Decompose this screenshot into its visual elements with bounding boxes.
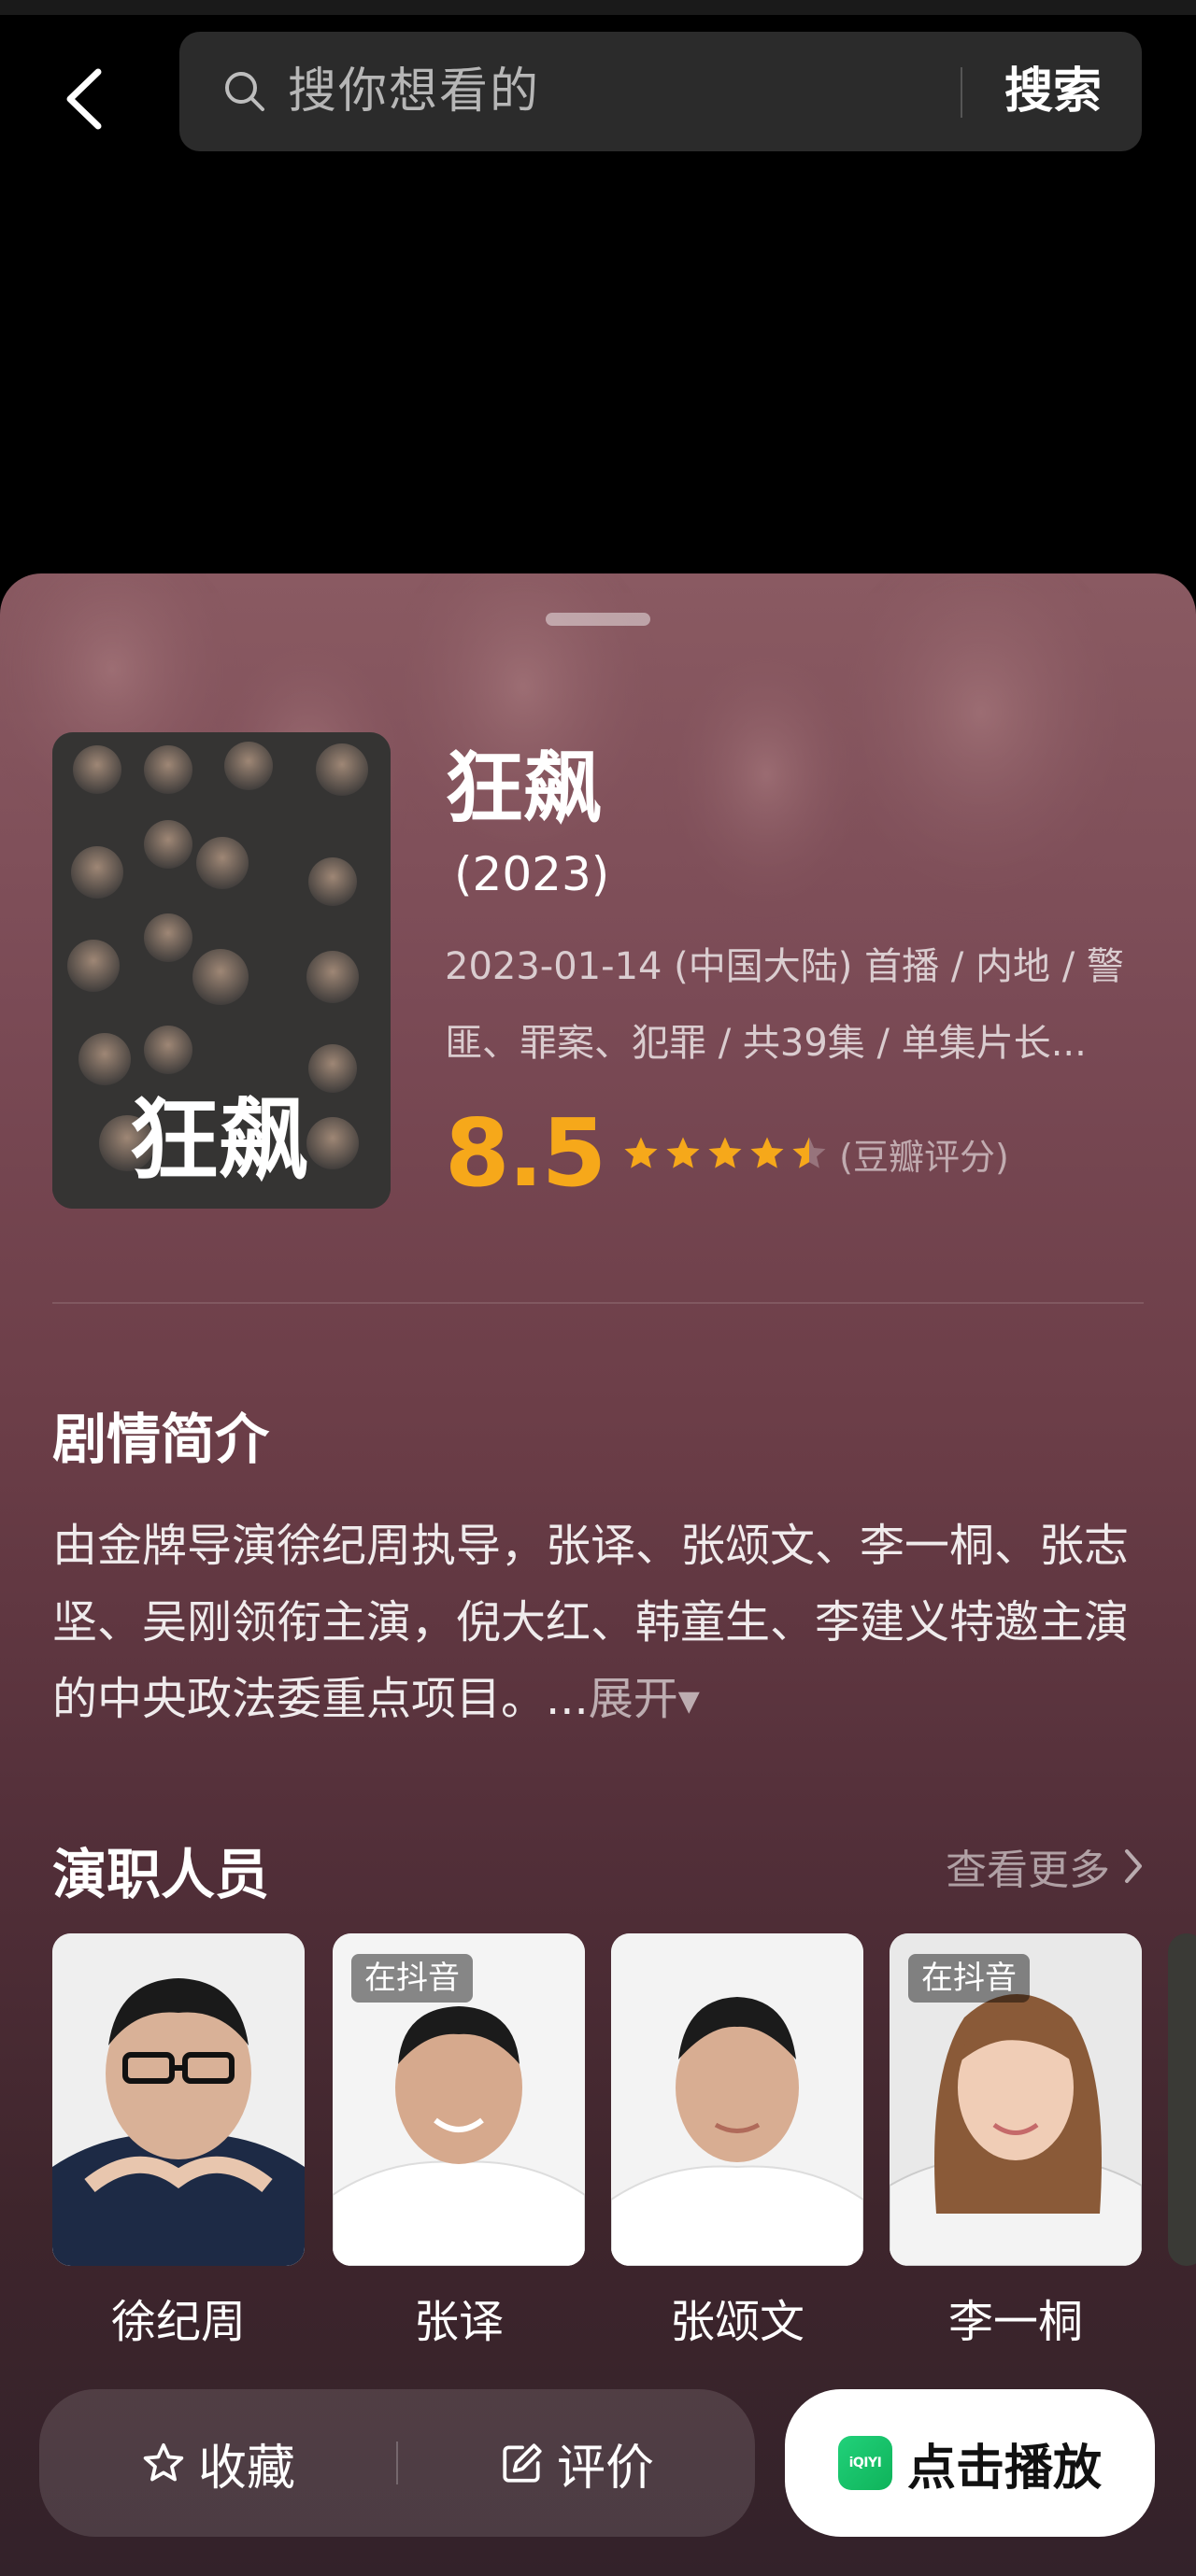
cast-name[interactable]: 徐纪周 [52, 2285, 305, 2350]
bottom-action-bar: 收藏 评价 [39, 2389, 755, 2537]
play-button[interactable]: iQIYI 点击播放 [785, 2389, 1155, 2537]
synopsis-text-block: 由金牌导演徐纪周执导，张译、张颂文、李一桐、张志坚、吴刚领衔主演，倪大红、韩童生… [52, 1507, 1155, 1740]
poster-image[interactable]: 狂飙 [52, 732, 391, 1209]
meta-line: 2023-01-14 (中国大陆) 首播 / 内地 / 警 [445, 945, 1124, 988]
favorite-button[interactable]: 收藏 [39, 2389, 396, 2537]
poster-art: 狂飙 [52, 732, 391, 1209]
drag-handle[interactable] [546, 613, 650, 626]
star-half-icon [792, 1137, 826, 1168]
meta-line: 匪、罪案、犯罪 / 共39集 / 单集片长... [445, 1022, 1087, 1065]
cast-name[interactable]: 张颂文 [611, 2285, 863, 2350]
chevron-left-icon [66, 68, 102, 130]
star-outline-icon [143, 2442, 184, 2482]
cast-badge: 在抖音 [351, 1954, 473, 2003]
review-label[interactable]: 评价 [557, 2428, 654, 2498]
top-bar: 搜你想看的 搜索 [0, 15, 1196, 164]
star-icon [750, 1137, 784, 1168]
see-more-label[interactable]: 查看更多 [946, 1836, 1110, 1896]
show-year: (2023) [454, 847, 610, 901]
poster-title-text: 狂飙 [129, 1088, 308, 1193]
cast-list[interactable]: 徐纪周 在抖音 张译 张颂文 在抖音 李一桐 [52, 1933, 1196, 2348]
search-input[interactable]: 搜你想看的 [288, 62, 540, 121]
expand-label[interactable]: 展开 [589, 1673, 678, 1725]
play-label[interactable]: 点击播放 [907, 2428, 1102, 2498]
star-icon [708, 1137, 742, 1168]
show-meta: 2023-01-14 (中国大陆) 首播 / 内地 / 警 匪、罪案、犯罪 / … [445, 928, 1159, 1082]
edit-icon [503, 2443, 542, 2483]
star-icon [666, 1137, 700, 1168]
search-button[interactable]: 搜索 [983, 54, 1123, 129]
iqiyi-logo-icon: iQIYI [837, 2436, 892, 2490]
review-button[interactable]: 评价 [398, 2389, 755, 2537]
cast-card[interactable]: 在抖音 [890, 1933, 1142, 2266]
cast-badge: 在抖音 [908, 1954, 1030, 2003]
rating-score: 8.5 [445, 1098, 606, 1208]
cast-card[interactable] [611, 1933, 863, 2266]
expand-button[interactable]: 展开▼ [589, 1673, 700, 1725]
cast-card[interactable] [1168, 1933, 1196, 2266]
detail-card: 狂飙 狂飙 (2023) 2023-01-14 (中国大陆) 首播 / 内地 /… [0, 573, 1196, 2576]
rating-source: (豆瓣评分) [839, 1136, 1009, 1178]
search-divider [961, 67, 962, 118]
favorite-label[interactable]: 收藏 [198, 2428, 295, 2498]
search-box[interactable]: 搜你想看的 搜索 [179, 32, 1142, 151]
expand-arrow-icon[interactable]: ▼ [678, 1685, 700, 1718]
cast-heading: 演职人员 [52, 1843, 270, 1906]
cast-photo [611, 1933, 863, 2266]
cast-name[interactable]: 李一桐 [890, 2285, 1142, 2350]
status-bar [0, 0, 1196, 15]
rating-row: 8.5 (豆瓣评分) [445, 1102, 1009, 1205]
rating-stars [621, 1134, 832, 1173]
star-icon [624, 1137, 658, 1168]
see-more-button[interactable]: 查看更多 [946, 1836, 1144, 1896]
section-divider [52, 1302, 1144, 1304]
cast-name[interactable]: 张译 [333, 2285, 585, 2350]
synopsis-heading: 剧情简介 [52, 1408, 270, 1471]
search-icon [225, 72, 264, 111]
cast-photo [52, 1933, 305, 2266]
cast-card[interactable]: 在抖音 [333, 1933, 585, 2266]
cast-card[interactable] [52, 1933, 305, 2266]
show-title: 狂飙 [445, 743, 603, 834]
chevron-right-icon [1125, 1849, 1142, 1883]
back-button[interactable] [37, 52, 131, 146]
